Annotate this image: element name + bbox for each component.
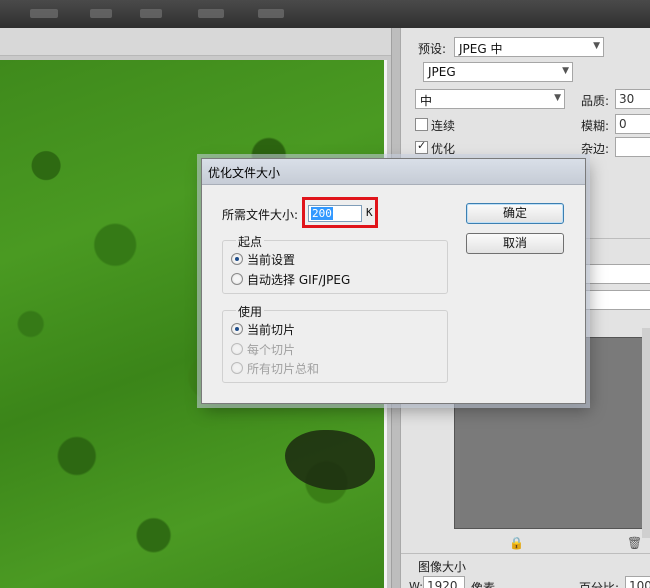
matte-label: 杂边: [581, 142, 610, 156]
cancel-button[interactable]: 取消 [466, 233, 564, 254]
optimize-file-size-dialog: 优化文件大小 所需文件大小: 200 K 确定 取消 起点 当前设置 自动选择 … [201, 158, 586, 404]
chevron-down-icon: ▼ [593, 41, 600, 51]
image-shadow [285, 430, 375, 490]
blur-input[interactable]: 0 [615, 114, 650, 134]
preset-select[interactable]: JPEG 中 ▼ [454, 37, 604, 57]
radio-auto-select[interactable] [231, 273, 243, 285]
radio-current-slice[interactable] [231, 323, 243, 335]
menu-item[interactable] [140, 9, 162, 18]
progressive-label: 连续 [431, 119, 456, 133]
radio-auto-select-label: 自动选择 GIF/JPEG [247, 273, 351, 287]
menu-bar [0, 0, 650, 28]
highlight-annotation [302, 197, 378, 228]
preset-label: 预设: [418, 42, 447, 56]
radio-each-slice[interactable] [231, 343, 243, 355]
width-unit: 像素 [471, 581, 496, 588]
quality-level-value: 中 [420, 94, 433, 108]
lock-icon[interactable]: 🔒 [509, 536, 524, 550]
radio-current-settings[interactable] [231, 253, 243, 265]
menu-item[interactable] [30, 9, 58, 18]
radio-current-slice-label: 当前切片 [247, 323, 296, 337]
chevron-down-icon: ▼ [562, 66, 569, 76]
ok-button[interactable]: 确定 [466, 203, 564, 224]
percent-label: 百分比: [579, 581, 620, 588]
format-value: JPEG [428, 65, 456, 79]
radio-total-all-slices[interactable] [231, 362, 243, 374]
trash-icon[interactable]: 🗑 [627, 536, 642, 550]
panel-scrollbar[interactable] [642, 328, 650, 538]
panel-field[interactable] [581, 264, 650, 284]
menu-item[interactable] [90, 9, 112, 18]
optimized-label: 优化 [431, 142, 456, 156]
width-input[interactable]: 1920 [423, 576, 465, 588]
color-table-toolbar: 🔒 🗑 [501, 533, 642, 555]
canvas-tab-strip [0, 28, 400, 56]
progressive-checkbox[interactable] [415, 118, 428, 131]
menu-item[interactable] [258, 9, 284, 18]
panel-field[interactable] [581, 290, 650, 310]
use-group-label: 使用 [236, 303, 265, 320]
quality-input[interactable]: 30 [615, 89, 650, 109]
radio-total-all-slices-label: 所有切片总和 [247, 362, 320, 376]
radio-current-settings-label: 当前设置 [247, 253, 296, 267]
quality-level-select[interactable]: 中 ▼ [415, 89, 565, 109]
optimized-checkbox[interactable] [415, 139, 428, 154]
matte-color-field[interactable] [615, 137, 650, 157]
dialog-titlebar[interactable]: 优化文件大小 [202, 159, 585, 185]
quality-label: 品质: [581, 94, 610, 108]
divider [401, 553, 650, 554]
dialog-title: 优化文件大小 [208, 166, 281, 180]
desired-size-label: 所需文件大小: [222, 208, 299, 222]
radio-each-slice-label: 每个切片 [247, 343, 296, 357]
percent-input[interactable]: 100 [625, 576, 650, 588]
chevron-down-icon: ▼ [554, 93, 561, 103]
image-size-label: 图像大小 [418, 560, 467, 574]
menu-item[interactable] [198, 9, 224, 18]
format-select[interactable]: JPEG ▼ [423, 62, 573, 82]
width-label: W: [409, 580, 423, 588]
preset-value: JPEG 中 [459, 42, 503, 56]
blur-label: 模糊: [581, 119, 610, 133]
start-group-label: 起点 [236, 233, 265, 250]
